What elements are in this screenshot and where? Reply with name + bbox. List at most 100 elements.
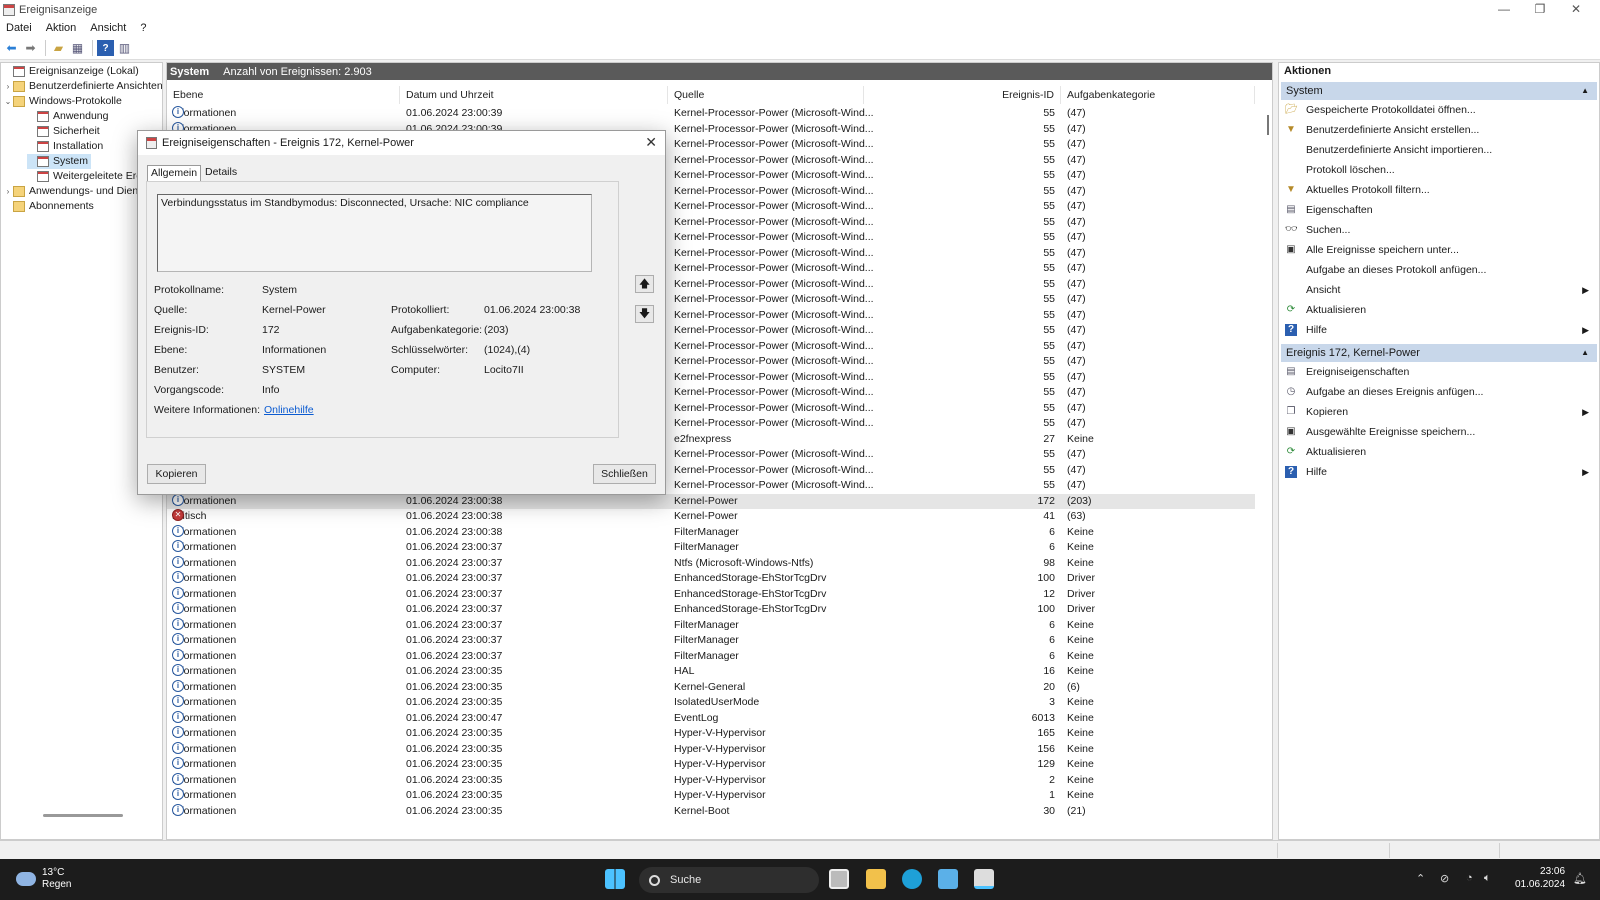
tree-item-root[interactable]: Ereignisanzeige (Lokal) [3,64,139,79]
action-item[interactable]: ⟳ Aktualisieren [1279,442,1599,462]
column-header-event-id[interactable]: Ereignis-ID [864,86,1061,104]
volume-icon[interactable]: 🔈︎ [1484,872,1491,885]
show-hide-action-pane-icon[interactable]: ▥ [116,40,133,56]
table-row[interactable]: i Informationen 01.06.2024 23:00:38 Kernel-… [167,493,1255,509]
close-icon[interactable]: ✕ [645,134,657,151]
action-item[interactable]: Protokoll löschen... [1279,160,1599,180]
action-item[interactable]: Ansicht ▶ [1279,280,1599,300]
search-box[interactable]: Suche [639,867,819,893]
table-row[interactable]: ✕ Kritisch 01.06.2024 23:00:38 Kernel-Power… [167,509,1255,525]
notification-bell-icon[interactable]: 🔔︎ [1573,872,1587,885]
action-item[interactable]: ▤ Ereigniseigenschaften [1279,362,1599,382]
network-off-icon[interactable]: ⊘ [1440,872,1449,885]
table-row[interactable]: i Informationen 01.06.2024 23:00:47 EventLo… [167,710,1255,727]
up-folder-icon[interactable]: ▰ [50,40,67,56]
table-row[interactable]: i Informationen 01.06.2024 23:00:35 Kernel-… [167,679,1255,696]
tree-item-setup[interactable]: Installation [27,139,103,154]
tree-item-application[interactable]: Anwendung [27,109,108,124]
action-item[interactable]: ◷ Aufgabe an dieses Ereignis anfügen... [1279,382,1599,402]
action-item[interactable]: 📂︎ Gespeicherte Protokolldatei öffnen... [1279,100,1599,120]
table-row[interactable]: i Informationen 01.06.2024 23:00:37 Enhance… [167,602,1255,618]
action-item[interactable]: ❐ Kopieren ▶ [1279,402,1599,422]
chevron-right-icon[interactable]: › [3,79,13,94]
next-event-button[interactable]: 🡇 [635,305,654,323]
wifi-icon[interactable]: ◔ [1466,872,1473,884]
event-list-scrollbar[interactable] [1267,115,1269,135]
collapse-icon[interactable]: ▲ [1581,82,1589,100]
actions-section-header[interactable]: System ▲ [1281,82,1597,100]
action-item[interactable]: 👓︎ Suchen... [1279,220,1599,240]
tree-item-custom-views[interactable]: › Benutzerdefinierte Ansichten [3,79,162,94]
back-arrow-icon[interactable]: ⬅ [3,40,20,56]
action-item[interactable]: ? Hilfe ▶ [1279,462,1599,482]
table-row[interactable]: i Informationen 01.06.2024 23:00:35 Hyper-V… [167,788,1255,804]
tree-item-security[interactable]: Sicherheit [27,124,100,139]
task-view-icon[interactable] [829,869,849,889]
tab-allgemein[interactable]: Allgemein [147,165,202,181]
table-row[interactable]: iInformationen01.06.2024 23:00:39Kernel-… [167,106,1255,122]
table-row[interactable]: i Informationen 01.06.2024 23:00:37 Enhance… [167,571,1255,587]
menu-datei[interactable]: Datei [6,22,32,34]
table-row[interactable]: i Informationen 01.06.2024 23:00:35 Hyper-V… [167,757,1255,773]
table-row[interactable]: i Informationen 01.06.2024 23:00:35 HAL 16 Ke… [167,664,1255,680]
action-item[interactable]: ▣ Ausgewählte Ereignisse speichern... [1279,422,1599,442]
column-header-level[interactable]: Ebene [167,86,400,104]
menu-ansicht[interactable]: Ansicht [90,22,126,34]
help-icon[interactable]: ? [97,40,114,56]
action-item[interactable]: ▼ Aktuelles Protokoll filtern... [1279,180,1599,200]
action-item[interactable]: ▣ Alle Ereignisse speichern unter... [1279,240,1599,260]
tree-item-windows-logs[interactable]: ⌄ Windows-Protokolle [3,94,122,109]
action-item[interactable]: ▼ Benutzerdefinierte Ansicht erstellen... [1279,120,1599,140]
table-row[interactable]: i Informationen 01.06.2024 23:00:35 Hyper-V… [167,772,1255,789]
tree-item-subscriptions[interactable]: Abonnements [3,199,94,214]
event-message[interactable]: Verbindungsstatus im Standbymodus: Disco… [157,194,592,272]
weather-widget[interactable]: 13°C Regen [16,867,71,891]
table-row[interactable]: i Informationen 01.06.2024 23:00:38 FilterM… [167,524,1255,541]
column-header-source[interactable]: Quelle [668,86,864,104]
event-viewer-taskbar-icon[interactable] [974,869,994,889]
menu-help[interactable]: ? [140,22,146,34]
table-row[interactable]: i Informationen 01.06.2024 23:00:35 Isolate… [167,695,1255,711]
table-row[interactable]: i Informationen 01.06.2024 23:00:35 Hyper-V… [167,741,1255,758]
table-row[interactable]: i Informationen 01.06.2024 23:00:37 Enhance… [167,586,1255,603]
minimize-button[interactable]: — [1486,0,1522,19]
maximize-button[interactable]: ❐ [1522,0,1558,19]
tab-details[interactable]: Details [202,165,240,181]
store-icon[interactable] [938,869,958,889]
cell-event-id: 98 [1043,556,1055,569]
chevron-right-icon[interactable]: › [3,184,13,199]
tree-item-system[interactable]: System [27,154,92,169]
previous-event-button[interactable]: 🡅 [635,275,654,293]
table-row[interactable]: i Informationen 01.06.2024 23:00:35 Hyper-V… [167,726,1255,742]
copy-button[interactable]: Kopieren [147,464,206,484]
file-explorer-icon[interactable] [866,869,886,889]
table-row[interactable]: i Informationen 01.06.2024 23:00:37 Ntfs (M… [167,555,1255,572]
online-help-link[interactable]: Onlinehilfe [264,404,314,416]
table-row[interactable]: i Informationen 01.06.2024 23:00:35 Kernel-… [167,803,1255,820]
action-item[interactable]: Aufgabe an dieses Protokoll anfügen... [1279,260,1599,280]
actions-section-header[interactable]: Ereignis 172, Kernel-Power ▲ [1281,344,1597,362]
collapse-icon[interactable]: ▲ [1581,344,1589,362]
menu-aktion[interactable]: Aktion [46,22,77,34]
close-button[interactable]: Schließen [593,464,656,484]
close-window-button[interactable]: ✕ [1558,0,1594,19]
show-hide-tree-icon[interactable]: ▦ [69,40,86,56]
table-row[interactable]: i Informationen 01.06.2024 23:00:37 FilterM… [167,633,1255,649]
clock[interactable]: 23:06 01.06.2024 [1515,865,1565,891]
edge-icon[interactable] [902,869,922,889]
column-header-category[interactable]: Aufgabenkategorie [1061,86,1255,104]
chevron-up-icon[interactable]: ⌃ [1416,872,1425,885]
table-row[interactable]: i Informationen 01.06.2024 23:00:37 FilterM… [167,617,1255,634]
action-item[interactable]: ? Hilfe ▶ [1279,320,1599,340]
column-header-date[interactable]: Datum und Uhrzeit [400,86,668,104]
table-row[interactable]: i Informationen 01.06.2024 23:00:37 FilterM… [167,648,1255,665]
action-item[interactable]: ⟳ Aktualisieren [1279,300,1599,320]
action-item[interactable]: ▤ Eigenschaften [1279,200,1599,220]
start-icon[interactable] [605,869,625,889]
cell-date: 01.06.2024 23:00:37 [406,572,503,584]
forward-arrow-icon[interactable]: ➡ [22,40,39,56]
tree-horizontal-scrollbar[interactable] [43,814,123,817]
action-item[interactable]: Benutzerdefinierte Ansicht importieren..… [1279,140,1599,160]
table-row[interactable]: i Informationen 01.06.2024 23:00:37 FilterM… [167,540,1255,556]
chevron-down-icon[interactable]: ⌄ [3,94,13,109]
